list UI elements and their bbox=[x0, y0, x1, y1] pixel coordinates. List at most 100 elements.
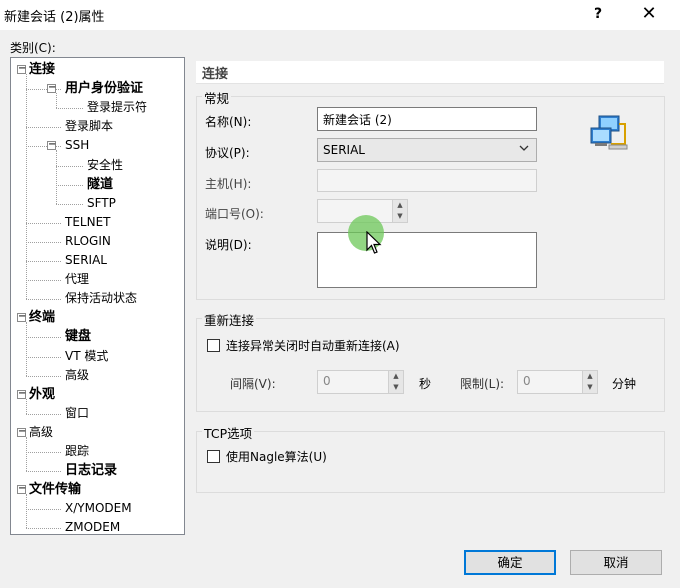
tree-item[interactable]: 跟踪 bbox=[65, 442, 89, 461]
spin-up-icon[interactable]: ▲ bbox=[389, 371, 403, 382]
mouse-pointer-icon bbox=[366, 230, 382, 255]
tree-item[interactable]: SFTP bbox=[87, 194, 116, 213]
protocol-label: 协议(P): bbox=[205, 146, 250, 160]
tree-item[interactable]: 高级 bbox=[29, 423, 53, 442]
tree-connector bbox=[26, 528, 61, 530]
spin-up-icon[interactable]: ▲ bbox=[393, 200, 407, 211]
tree-connector bbox=[26, 74, 27, 300]
tree-expander-icon[interactable]: − bbox=[47, 83, 56, 94]
tcp-group-label: TCP选项 bbox=[202, 423, 255, 442]
tree-item[interactable]: SERIAL bbox=[65, 251, 107, 270]
cancel-button[interactable]: 取消 bbox=[570, 550, 662, 575]
tree-item[interactable]: 保持活动状态 bbox=[65, 289, 137, 308]
auto-reconnect-checkbox[interactable] bbox=[207, 339, 220, 352]
tree-connector bbox=[56, 150, 57, 204]
tree-connector bbox=[56, 93, 57, 109]
tree-item[interactable]: 终端 bbox=[29, 308, 55, 327]
limit-unit: 分钟 bbox=[612, 377, 637, 391]
reconnect-group-label: 重新连接 bbox=[202, 310, 257, 329]
tree-connector bbox=[26, 127, 61, 129]
tree-item[interactable]: 登录脚本 bbox=[65, 117, 113, 136]
name-value: 新建会话 (2) bbox=[323, 113, 392, 127]
limit-input[interactable]: 0 bbox=[517, 370, 583, 394]
tree-connector bbox=[26, 413, 61, 415]
ok-button[interactable]: 确定 bbox=[464, 550, 556, 575]
tree-item[interactable]: TELNET bbox=[65, 213, 111, 232]
tree-item[interactable]: 安全性 bbox=[87, 156, 123, 175]
tree-item[interactable]: 用户身份验证 bbox=[65, 79, 143, 98]
tree-connector bbox=[26, 322, 27, 376]
limit-spinner[interactable]: ▲ ▼ bbox=[582, 370, 598, 394]
tree-item[interactable]: VT 模式 bbox=[65, 347, 108, 366]
tree-item[interactable]: 连接 bbox=[29, 60, 55, 79]
tree-item[interactable]: 隧道 bbox=[87, 175, 113, 194]
tree-connector bbox=[26, 337, 61, 339]
tree-expander-icon[interactable]: − bbox=[17, 312, 26, 323]
help-button[interactable]: ? bbox=[586, 2, 610, 26]
tree-connector bbox=[26, 299, 61, 301]
nagle-checkbox[interactable] bbox=[207, 450, 220, 463]
interval-unit: 秒 bbox=[419, 377, 432, 391]
tree-connector bbox=[26, 494, 27, 529]
category-tree[interactable]: − 连接 − 用户身份验证 登录提示符 登录脚本 − SSH 安全性 隧道 SFTP TELNET RL… bbox=[10, 57, 185, 535]
tree-connector bbox=[56, 165, 83, 167]
tree-expander-icon[interactable]: − bbox=[17, 426, 26, 437]
spin-down-icon[interactable]: ▼ bbox=[389, 382, 403, 393]
close-button[interactable]: ✕ bbox=[636, 2, 662, 26]
network-computers-icon bbox=[589, 114, 629, 152]
tree-item[interactable]: ZMODEM bbox=[65, 518, 120, 537]
tree-expander-icon[interactable]: − bbox=[47, 140, 56, 151]
tree-connector bbox=[26, 261, 61, 262]
tree-item[interactable]: 高级 bbox=[65, 366, 89, 385]
general-group-label: 常规 bbox=[202, 88, 232, 107]
tree-connector bbox=[56, 203, 83, 205]
host-input[interactable] bbox=[317, 169, 537, 192]
interval-input[interactable]: 0 bbox=[317, 370, 389, 394]
spin-down-icon[interactable]: ▼ bbox=[583, 382, 597, 393]
interval-spinner[interactable]: ▲ ▼ bbox=[388, 370, 404, 394]
tree-connector bbox=[26, 471, 61, 473]
tree-item[interactable]: 外观 bbox=[29, 385, 55, 404]
window-title: 新建会话 (2)属性 bbox=[4, 10, 105, 25]
host-label: 主机(H): bbox=[205, 177, 252, 191]
tree-connector bbox=[26, 436, 27, 472]
tree-item[interactable]: 窗口 bbox=[65, 404, 89, 423]
tree-item[interactable]: RLOGIN bbox=[65, 232, 111, 251]
protocol-select[interactable]: SERIAL bbox=[317, 138, 537, 162]
port-spinner[interactable]: ▲ ▼ bbox=[392, 199, 408, 223]
tree-item[interactable]: 日志记录 bbox=[65, 461, 117, 480]
interval-label: 间隔(V): bbox=[230, 377, 276, 391]
spin-up-icon[interactable]: ▲ bbox=[583, 371, 597, 382]
tree-expander-icon[interactable]: − bbox=[17, 64, 26, 74]
tree-item[interactable]: X/YMODEM bbox=[65, 499, 132, 518]
limit-label: 限制(L): bbox=[460, 377, 505, 391]
tree-item[interactable]: 代理 bbox=[65, 270, 89, 289]
tree-connector bbox=[26, 356, 61, 358]
auto-reconnect-label[interactable]: 连接异常关闭时自动重新连接(A) bbox=[226, 337, 400, 354]
tree-connector bbox=[26, 222, 61, 224]
tree-expander-icon[interactable]: − bbox=[17, 484, 26, 495]
tree-item[interactable]: 键盘 bbox=[65, 327, 91, 346]
tree-connector bbox=[26, 375, 61, 377]
tree-item[interactable]: 登录提示符 bbox=[87, 98, 147, 117]
name-input[interactable]: 新建会话 (2) bbox=[317, 107, 537, 131]
tree-connector bbox=[26, 452, 61, 453]
tree-connector bbox=[56, 108, 83, 110]
tree-expander-icon[interactable]: − bbox=[17, 388, 26, 399]
interval-value: 0 bbox=[323, 374, 331, 388]
tree-connector bbox=[56, 184, 83, 186]
category-label: 类别(C): bbox=[10, 41, 56, 55]
limit-value: 0 bbox=[523, 374, 531, 388]
port-label: 端口号(O): bbox=[205, 207, 264, 221]
panel-title: 连接 bbox=[202, 67, 229, 82]
spin-down-icon[interactable]: ▼ bbox=[393, 211, 407, 222]
reconnect-group bbox=[196, 318, 665, 412]
tree-item[interactable]: SSH bbox=[65, 136, 89, 155]
tree-connector bbox=[26, 280, 61, 282]
chevron-down-icon bbox=[518, 142, 530, 157]
tree-item[interactable]: 文件传输 bbox=[29, 480, 81, 499]
tree-connector bbox=[26, 241, 61, 243]
nagle-label[interactable]: 使用Nagle算法(U) bbox=[226, 448, 327, 465]
protocol-value: SERIAL bbox=[323, 143, 365, 157]
tree-connector bbox=[26, 509, 61, 511]
